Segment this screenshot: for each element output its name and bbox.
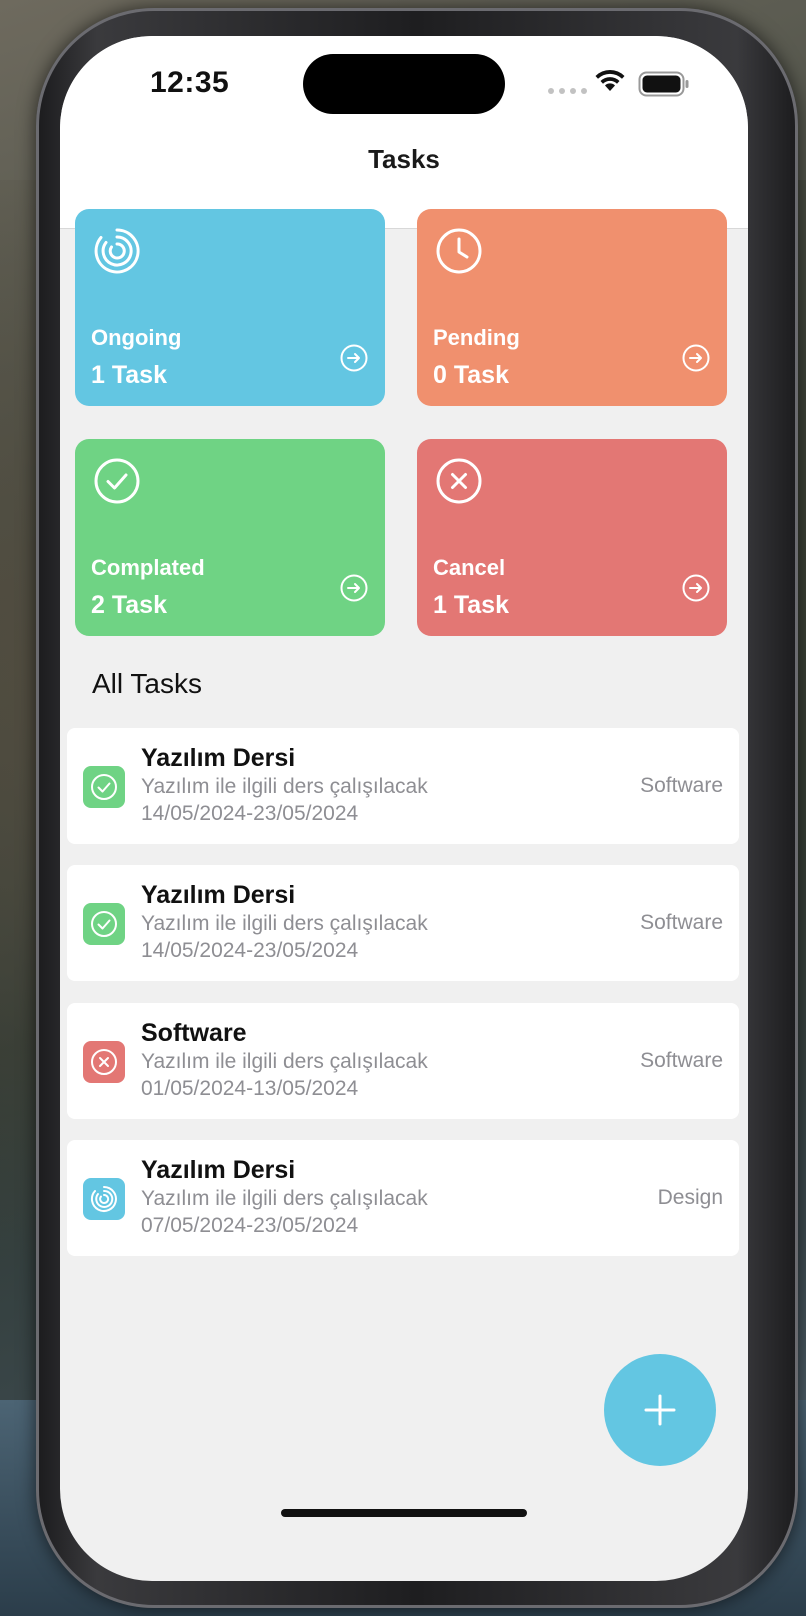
clock-icon (436, 228, 482, 274)
x-circle-icon (91, 1049, 117, 1075)
completed-card[interactable]: Complated 2 Task (75, 439, 385, 636)
task-dates: 14/05/2024-23/05/2024 (141, 802, 359, 825)
task-title: Yazılım Dersi (141, 881, 296, 909)
task-row[interactable]: Yazılım Dersi Yazılım ile ilgili ders ça… (67, 1140, 739, 1256)
card-count: 1 Task (91, 361, 167, 389)
task-row[interactable]: Software Yazılım ile ilgili ders çalışıl… (67, 1003, 739, 1119)
status-bar: 12:35 (60, 36, 748, 136)
arrow-right-circle-icon[interactable] (339, 343, 369, 373)
task-description: Yazılım ile ilgili ders çalışılacak (141, 1187, 428, 1210)
app-screen: 12:35 Tasks Ongoing 1 Task Pending 0 Tas… (60, 36, 748, 1581)
task-dates: 14/05/2024-23/05/2024 (141, 939, 359, 962)
status-badge (83, 766, 125, 808)
arrow-right-circle-icon[interactable] (339, 573, 369, 603)
cancel-card[interactable]: Cancel 1 Task (417, 439, 727, 636)
task-description: Yazılım ile ilgili ders çalışılacak (141, 912, 428, 935)
task-category: Software (640, 774, 723, 797)
card-count: 2 Task (91, 591, 167, 619)
card-count: 0 Task (433, 361, 509, 389)
pending-card[interactable]: Pending 0 Task (417, 209, 727, 406)
x-circle-icon (436, 458, 482, 504)
card-count: 1 Task (433, 591, 509, 619)
task-title: Yazılım Dersi (141, 744, 296, 772)
check-circle-icon (91, 774, 117, 800)
task-category: Design (657, 1186, 723, 1209)
task-description: Yazılım ile ilgili ders çalışılacak (141, 775, 428, 798)
plus-icon (644, 1394, 676, 1426)
card-title: Complated (91, 555, 205, 580)
page-title: Tasks (368, 144, 440, 174)
progress-ring-icon (90, 1186, 117, 1212)
ongoing-card[interactable]: Ongoing 1 Task (75, 209, 385, 406)
add-task-button[interactable] (604, 1354, 716, 1466)
status-time: 12:35 (150, 66, 230, 99)
check-circle-icon (94, 458, 140, 504)
check-circle-icon (91, 911, 117, 937)
task-row[interactable]: Yazılım Dersi Yazılım ile ilgili ders ça… (67, 865, 739, 981)
task-row[interactable]: Yazılım Dersi Yazılım ile ilgili ders ça… (67, 728, 739, 844)
section-title: All Tasks (92, 668, 202, 699)
task-title: Software (141, 1019, 247, 1047)
card-title: Ongoing (91, 325, 182, 350)
status-badge (83, 903, 125, 945)
task-title: Yazılım Dersi (141, 1156, 296, 1184)
card-title: Cancel (433, 555, 506, 580)
task-category: Software (640, 1049, 723, 1072)
task-category: Software (640, 911, 723, 934)
card-title: Pending (433, 325, 520, 350)
status-badge (83, 1178, 125, 1220)
status-badge (83, 1041, 125, 1083)
battery-icon (638, 71, 689, 97)
arrow-right-circle-icon[interactable] (681, 343, 711, 373)
cellular-signal-icon (548, 88, 587, 94)
task-dates: 01/05/2024-13/05/2024 (141, 1077, 359, 1100)
wifi-icon (595, 69, 625, 91)
arrow-right-circle-icon[interactable] (681, 573, 711, 603)
task-description: Yazılım ile ilgili ders çalışılacak (141, 1050, 428, 1073)
home-indicator[interactable] (281, 1509, 527, 1517)
progress-ring-icon (94, 228, 140, 274)
dynamic-island (303, 54, 505, 114)
task-dates: 07/05/2024-23/05/2024 (141, 1214, 359, 1237)
